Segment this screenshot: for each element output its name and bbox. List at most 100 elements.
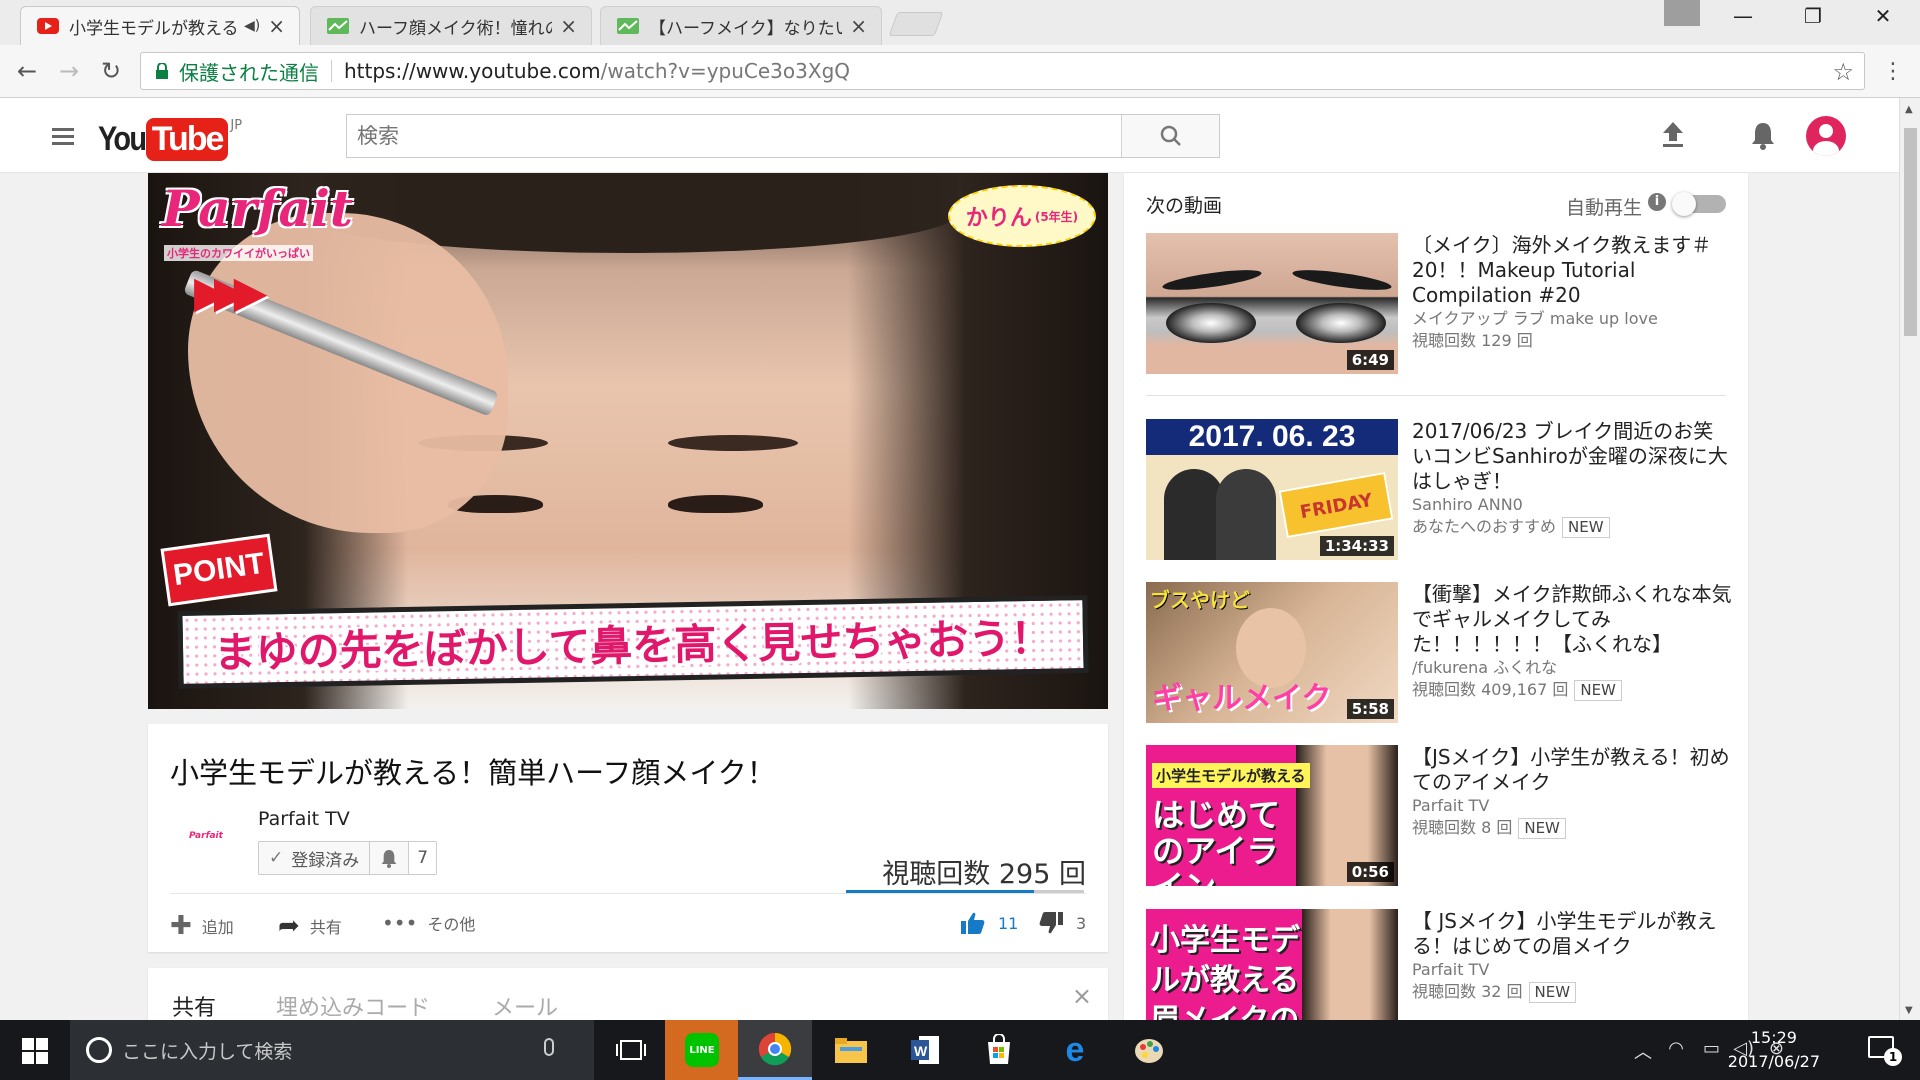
search-input[interactable] <box>347 115 1121 157</box>
tab-embed[interactable]: 埋め込みコード <box>276 990 430 1022</box>
close-tab-icon[interactable]: × <box>560 14 577 38</box>
thumbs-up-icon <box>961 912 985 934</box>
chevron-up-icon[interactable]: ︿ <box>1634 1038 1652 1064</box>
speaker-icon[interactable]: ◀) <box>244 18 260 34</box>
taskbar-clock[interactable]: 15:29 2017/06/27 <box>1728 1026 1820 1074</box>
dislike-button[interactable]: 3 <box>1038 911 1086 935</box>
reload-icon[interactable]: ↻ <box>94 57 128 85</box>
video-title-link[interactable]: 〔メイク〕海外メイク教えます＃20！！Makeup Tutorial Compi… <box>1412 233 1732 308</box>
share-button[interactable]: ➦ 共有 <box>278 911 342 941</box>
video-title-link[interactable]: 【 JSメイク】小学生モデルが教える！はじめての眉メイク <box>1412 909 1732 959</box>
microphone-icon[interactable] <box>544 1038 554 1056</box>
clock-date: 2017/06/27 <box>1727 1052 1820 1071</box>
tab-share[interactable]: 共有 <box>172 990 216 1022</box>
taskbar-search[interactable]: ここに入力して検索 <box>70 1020 594 1080</box>
video-thumbnail[interactable]: 小学生モデルが教える 眉メイクのやり方 <box>1146 909 1398 1020</box>
account-avatar[interactable] <box>1806 116 1846 156</box>
search-button[interactable] <box>1121 115 1219 157</box>
list-item[interactable]: 小学生モデルが教える はじめてのアイライン 0:56 【JSメイク】小学生が教え… <box>1146 745 1730 886</box>
clock-time: 15:29 <box>1750 1028 1797 1047</box>
thumbnail-banner: 2017. 06. 23 <box>1146 419 1398 455</box>
close-tab-icon[interactable]: × <box>268 14 285 38</box>
channel-avatar[interactable]: Parfait <box>182 812 230 860</box>
video-thumbnail[interactable]: 小学生モデルが教える はじめてのアイライン 0:56 <box>1146 745 1398 886</box>
subscribe-button[interactable]: ✓ 登録済み 7 <box>258 841 438 875</box>
subscribe-label: 登録済み <box>291 850 360 871</box>
paint-app-icon[interactable] <box>1112 1020 1186 1080</box>
forward-icon[interactable]: → <box>52 57 86 85</box>
browser-menu-icon[interactable]: ⋮ <box>1882 59 1904 84</box>
task-view-icon[interactable] <box>594 1020 668 1080</box>
file-explorer-icon[interactable] <box>814 1020 888 1080</box>
address-bar[interactable]: 保護された通信 https://www.youtube.com/watch?v=… <box>140 52 1865 90</box>
share-panel: 共有 埋め込みコード メール × <box>148 968 1108 1028</box>
page-scrollbar[interactable]: ▲ ▼ <box>1899 98 1920 1020</box>
new-tab-button[interactable] <box>888 12 944 36</box>
video-thumbnail[interactable]: 2017. 06. 23 FRIDAY 1:34:33 <box>1146 419 1398 560</box>
video-duration: 5:58 <box>1346 699 1394 719</box>
scrollbar-thumb[interactable] <box>1904 128 1917 336</box>
notification-bell-icon[interactable] <box>370 842 410 874</box>
new-badge: NEW <box>1518 818 1566 839</box>
tab-youtube-video[interactable]: 小学生モデルが教える！ ◀) × <box>20 6 300 45</box>
scroll-up-icon[interactable]: ▲ <box>1905 104 1913 115</box>
info-icon[interactable]: i <box>1648 193 1666 211</box>
edge-browser-icon[interactable]: e <box>1038 1020 1112 1080</box>
scroll-down-icon[interactable]: ▼ <box>1905 1005 1913 1016</box>
video-title-link[interactable]: 【JSメイク】小学生が教える！初めてのアイメイク <box>1412 745 1732 795</box>
name-tag-name: かりん <box>965 206 1032 231</box>
battery-icon[interactable]: ▭ <box>1703 1038 1720 1059</box>
tab-half-face-makeup[interactable]: ハーフ顔メイク術！憧れの外 × <box>310 6 592 45</box>
action-center-icon[interactable]: 1 <box>1868 1036 1902 1066</box>
tab-half-makeup[interactable]: 【ハーフメイク】なりたい顔その × <box>600 6 882 45</box>
view-count: 視聴回数 295 回 <box>882 859 1086 890</box>
minimize-icon[interactable]: — <box>1723 4 1763 28</box>
tab-email[interactable]: メール <box>492 990 558 1022</box>
video-player[interactable]: Parfait 小学生のカワイイがいっぱい ▶▶▶ かりん (5年生) POINT… <box>148 173 1108 709</box>
upload-icon[interactable] <box>1660 120 1686 148</box>
wifi-icon[interactable]: ◠ <box>1668 1038 1684 1059</box>
video-thumbnail[interactable]: 6:49 <box>1146 233 1398 374</box>
subscribed-part[interactable]: ✓ 登録済み <box>259 842 371 874</box>
search-box <box>346 114 1220 158</box>
thumbnail-label: FRIDAY <box>1278 471 1394 539</box>
menu-icon[interactable] <box>52 128 74 149</box>
video-title-link[interactable]: 【衝撃】メイク詐欺師ふくれな本気でギャルメイクしてみた！！！！！！【ふくれな】 <box>1412 582 1732 657</box>
list-item[interactable]: 6:49 〔メイク〕海外メイク教えます＃20！！Makeup Tutorial … <box>1146 233 1726 374</box>
chrome-app-icon[interactable] <box>738 1020 812 1080</box>
dislike-count: 3 <box>1076 913 1087 933</box>
close-window-icon[interactable]: ✕ <box>1863 4 1903 28</box>
list-item[interactable]: 2017. 06. 23 FRIDAY 1:34:33 2017/06/23 ブ… <box>1146 419 1728 560</box>
profile-icon[interactable] <box>1664 0 1700 26</box>
bookmark-star-icon[interactable]: ☆ <box>1832 58 1854 86</box>
close-tab-icon[interactable]: × <box>850 14 867 38</box>
close-icon[interactable]: × <box>1072 982 1092 1010</box>
like-button[interactable]: 11 <box>960 911 1018 935</box>
list-item[interactable]: 小学生モデルが教える 眉メイクのやり方 【 JSメイク】小学生モデルが教える！は… <box>1146 909 1726 1020</box>
video-channel: Parfait TV <box>1412 796 1490 815</box>
thumbnail-label: 小学生モデルが教える 眉メイクのやり方 <box>1150 923 1300 1020</box>
checkmark-icon: ✓ <box>269 848 284 868</box>
line-app-label: LINE <box>685 1033 719 1067</box>
windows-start-icon[interactable] <box>22 1038 48 1064</box>
video-title-link[interactable]: 2017/06/23 ブレイク間近のお笑いコンビSanhiroが金曜の深夜に大は… <box>1412 419 1732 494</box>
channel-name[interactable]: Parfait TV <box>258 808 350 830</box>
thumbnail-label: ギャルメイク <box>1152 681 1332 716</box>
add-to-button[interactable]: ✚ 追加 <box>170 911 234 941</box>
divider <box>1146 395 1726 396</box>
store-app-icon[interactable] <box>962 1020 1036 1080</box>
more-actions-button[interactable]: ••• その他 <box>382 911 475 935</box>
line-app-icon[interactable]: LINE <box>665 1020 739 1080</box>
autoplay-toggle[interactable] <box>1672 192 1726 216</box>
youtube-logo[interactable]: You Tube JP <box>98 118 242 161</box>
video-meta: 視聴回数 32 回 NEW <box>1412 981 1577 1003</box>
video-thumbnail[interactable]: ブスやけど ギャルメイク 5:58 <box>1146 582 1398 723</box>
cortana-icon[interactable] <box>86 1037 112 1063</box>
autoplay-label: 自動再生 <box>1565 197 1642 219</box>
share-arrow-icon: ➦ <box>278 911 300 941</box>
notification-bell-icon[interactable] <box>1750 120 1776 150</box>
list-item[interactable]: ブスやけど ギャルメイク 5:58 【衝撃】メイク詐欺師ふくれな本気でギャルメイ… <box>1146 582 1732 723</box>
restore-icon[interactable]: ❐ <box>1793 4 1833 28</box>
back-icon[interactable]: ← <box>10 57 44 85</box>
word-app-icon[interactable]: W <box>888 1020 962 1080</box>
